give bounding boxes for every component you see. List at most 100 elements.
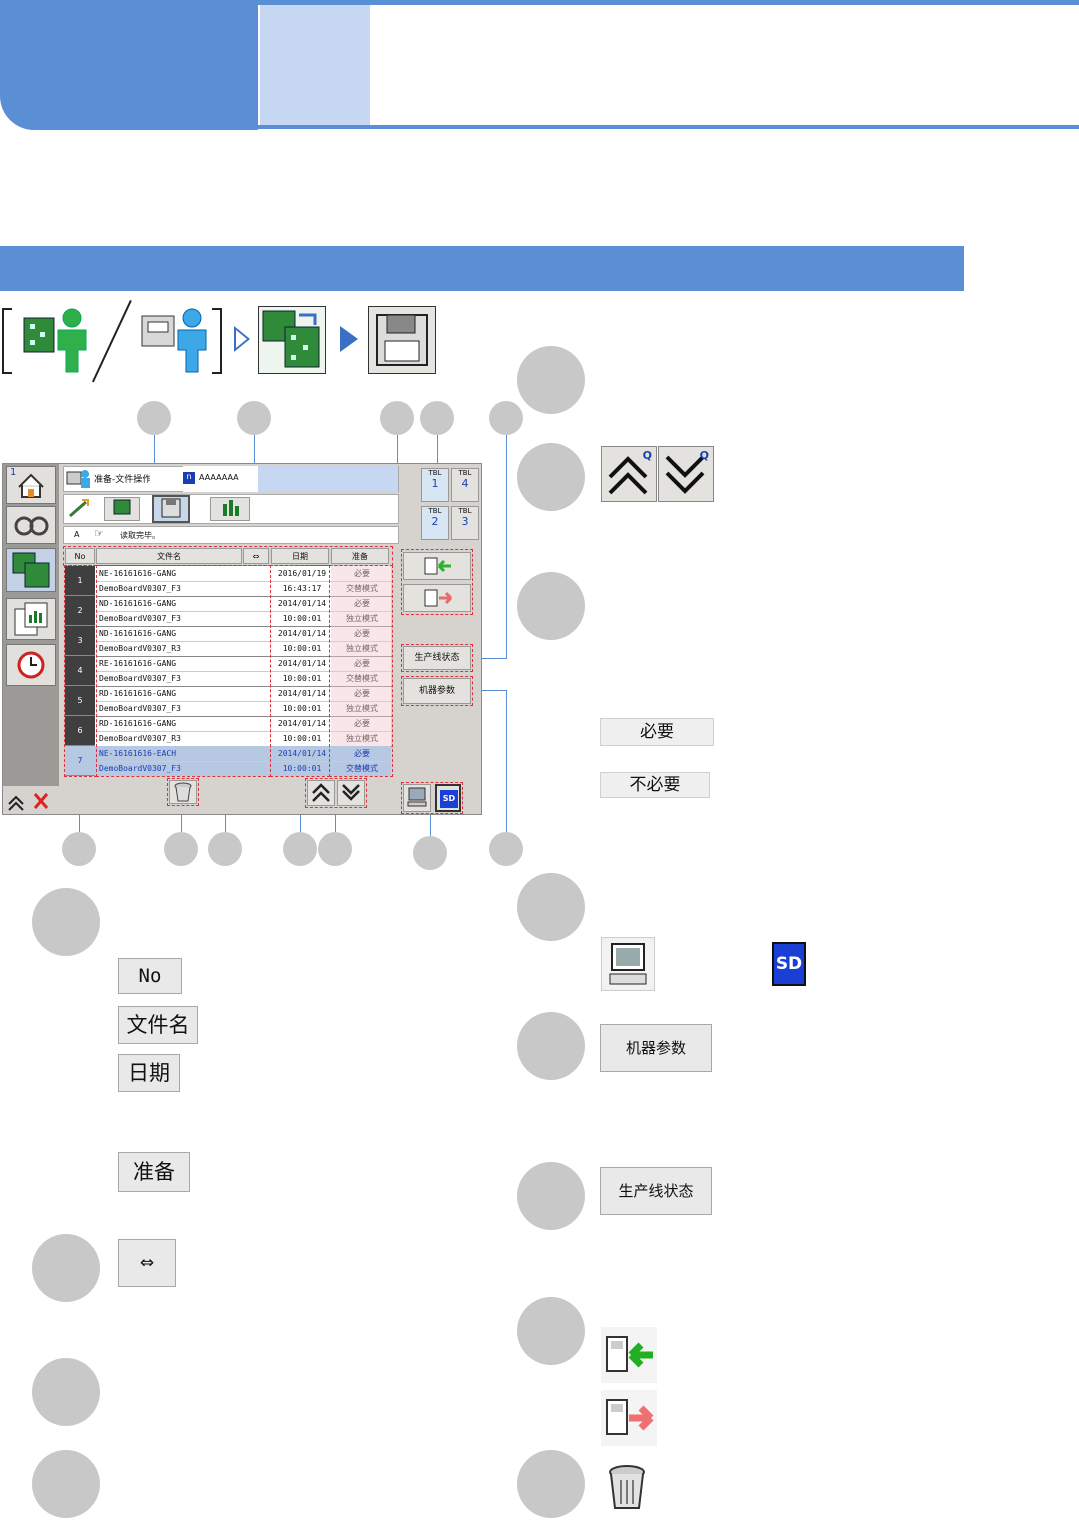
legend-page-down-button: Q: [658, 446, 714, 502]
side-report-button[interactable]: [6, 598, 56, 640]
legend-trash-icon-box: [603, 1462, 651, 1514]
callout-circle: [32, 1234, 100, 1302]
callout-circle: [208, 832, 242, 866]
callout-circle: [318, 832, 352, 866]
file-operator-icon: [141, 308, 207, 373]
wand-icon[interactable]: [66, 496, 92, 522]
legend-name-button: 文件名: [118, 1006, 198, 1044]
status-message: 读取完毕。: [120, 531, 160, 540]
callout-circle: [489, 832, 523, 866]
callout-circle: [517, 1012, 585, 1080]
source-highlight: [401, 782, 463, 814]
expand-up-icon[interactable]: [8, 795, 24, 811]
callout-line: [430, 812, 431, 836]
machine-params-highlight: [401, 676, 473, 706]
callout-circle: [32, 1358, 100, 1426]
bracket-right: [212, 308, 222, 374]
file-operation-icon: [258, 306, 326, 374]
q-label: Q: [699, 449, 709, 462]
callout-line: [506, 690, 507, 832]
callout-circle: [489, 401, 523, 435]
tbl-label: TBL: [428, 507, 442, 515]
tbl-number: 4: [461, 477, 469, 490]
callout-circle: [32, 888, 100, 956]
legend-page-up-button: Q: [601, 446, 657, 502]
legend-no-button: No: [118, 958, 182, 994]
section-bar: [0, 246, 964, 291]
header-bottom-line: [258, 125, 1079, 129]
callout-circle: [413, 836, 447, 870]
callout-circle: [420, 401, 454, 435]
load-arrow-icon: [606, 1336, 653, 1372]
legend-sd-icon-box: SD: [770, 940, 810, 990]
name-column-highlight: [96, 565, 271, 777]
delete-highlight: [167, 778, 199, 806]
tab-board-button[interactable]: [104, 497, 140, 521]
arrow-solid-icon: [340, 326, 358, 352]
page-buttons-highlight: [305, 778, 367, 808]
legend-swap-button: ⇔: [118, 1239, 176, 1287]
tbl-2-button[interactable]: TBL 2: [421, 506, 449, 540]
tbl-label: TBL: [428, 469, 442, 477]
machine-name-bar: n AAAAAAA: [183, 466, 259, 492]
prep-column-highlight: [329, 565, 393, 777]
side-alarm-button[interactable]: [6, 644, 56, 686]
status-row: A ☞ 读取完毕。: [63, 526, 399, 544]
callout-circle: [32, 1450, 100, 1518]
tbl-label: TBL: [458, 507, 472, 515]
tab-graph-button[interactable]: [210, 497, 250, 521]
side-file-button[interactable]: [6, 548, 56, 592]
date-column-highlight: [270, 565, 330, 777]
callout-circle: [517, 572, 585, 640]
legend-machine-params-button: 机器参数: [600, 1024, 712, 1072]
gears-icon: [14, 516, 49, 536]
file-operation-screen: 1 准备-文件操作 n AAAAAAA A ☞ 读取完毕。 TBL 1 TBL …: [2, 463, 482, 815]
arrow-outline-inner: [236, 330, 247, 348]
callout-circle: [164, 832, 198, 866]
header-tab: [0, 0, 258, 130]
tbl-panel: TBL 1 TBL 4 TBL 2 TBL 3: [401, 466, 481, 544]
board-transfer-icon: [113, 499, 131, 515]
legend-line-status-button: 生产线状态: [600, 1167, 712, 1215]
operator-icon: [23, 308, 87, 373]
side-production-button[interactable]: [6, 506, 56, 544]
q-label: Q: [642, 449, 652, 462]
tab-save-button[interactable]: [152, 495, 190, 523]
callout-circle: [517, 1450, 585, 1518]
tbl-3-button[interactable]: TBL 3: [451, 506, 479, 540]
save-arrow-icon: [606, 1399, 654, 1435]
no-column-highlight: [64, 565, 97, 777]
tbl-4-button[interactable]: TBL 4: [451, 468, 479, 502]
status-prefix: A: [74, 530, 80, 539]
computer-icon: [609, 943, 647, 985]
bracket-left: [2, 308, 12, 374]
callout-line: [506, 435, 507, 659]
legend-save-icon-box: [601, 1390, 657, 1446]
close-icon[interactable]: [33, 793, 49, 809]
side-number: 1: [10, 467, 17, 478]
bar-graph-icon: [223, 500, 239, 516]
tbl-1-button[interactable]: TBL 1: [421, 468, 449, 502]
callout-circle: [237, 401, 271, 435]
callout-circle: [517, 1162, 585, 1230]
screen-title: 准备-文件操作: [94, 475, 150, 485]
slash-divider: [91, 300, 132, 383]
tbl-number: 3: [461, 515, 469, 528]
legend-required-label: 必要: [600, 718, 714, 746]
callout-circle: [517, 443, 585, 511]
legend-prep-button: 准备: [118, 1152, 190, 1192]
machine-icon: n: [183, 472, 195, 484]
machine-name: AAAAAAA: [199, 473, 239, 482]
legend-date-button: 日期: [118, 1054, 180, 1092]
chart-doc-icon: [14, 602, 48, 636]
callout-circle: [380, 401, 414, 435]
board-icon: [12, 552, 50, 588]
callout-circle: [517, 1297, 585, 1365]
side-home-button[interactable]: 1: [6, 466, 56, 504]
file-buttons-highlight: [401, 549, 473, 615]
floppy-small-icon: [161, 498, 181, 518]
side-bottom-bar: [3, 786, 59, 814]
floppy-disk-icon: [368, 306, 436, 374]
hand-pointer-icon: ☞: [94, 527, 104, 540]
legend-pc-icon-box: [601, 937, 655, 991]
